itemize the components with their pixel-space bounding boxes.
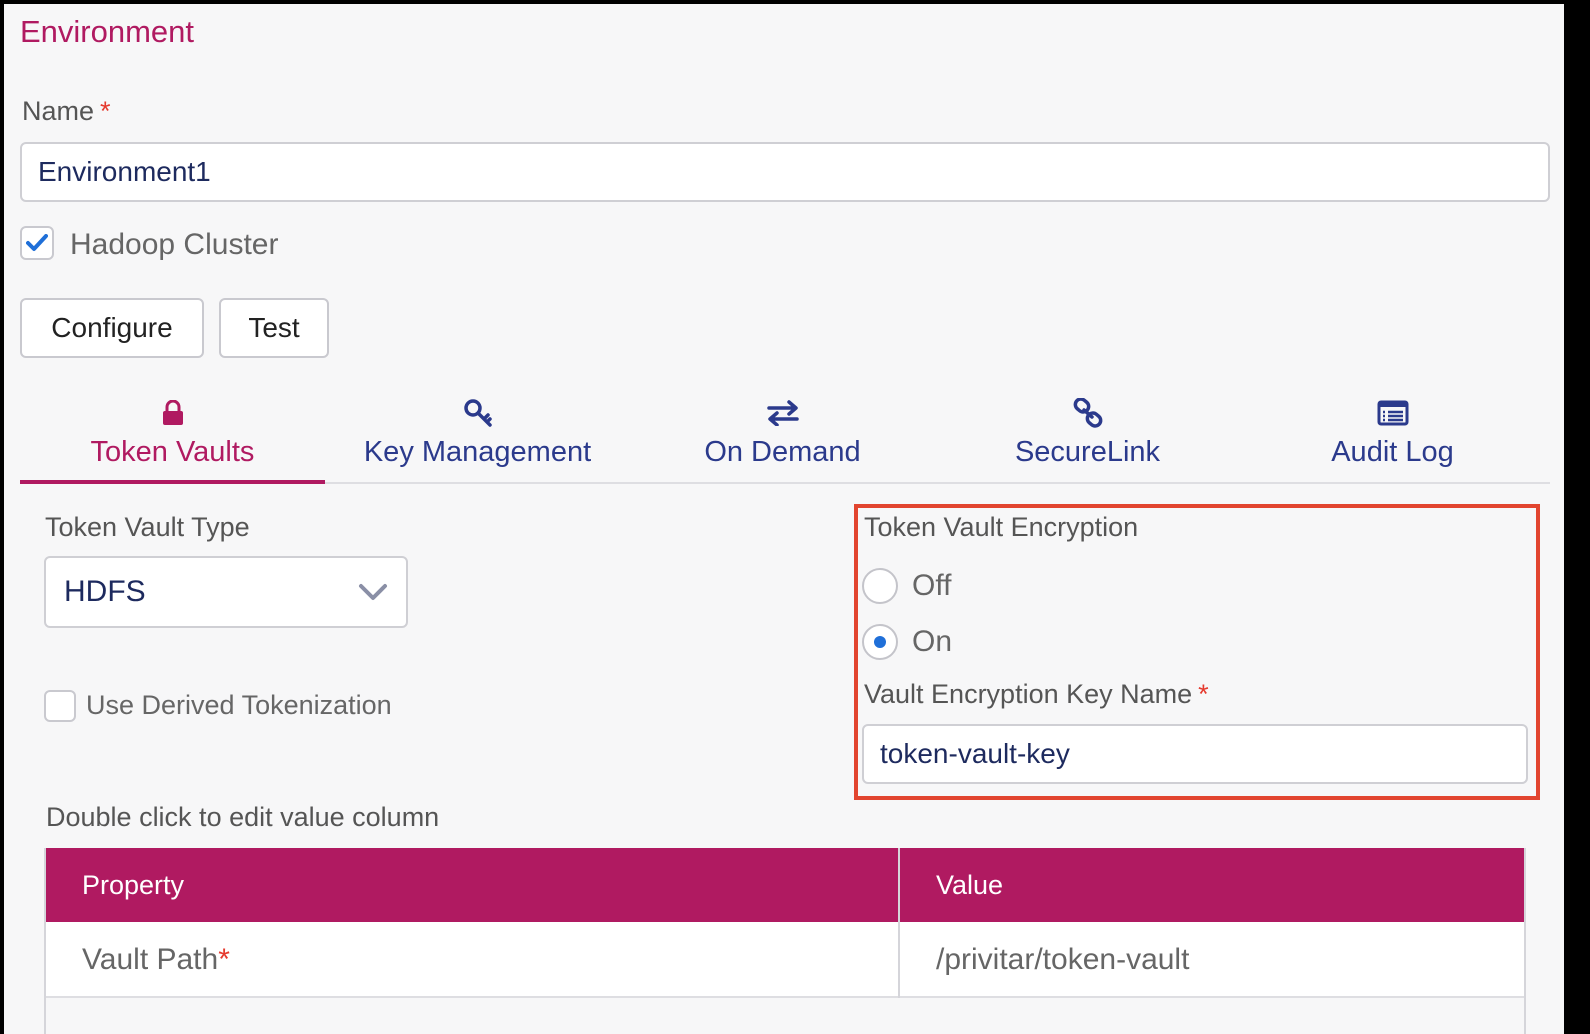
tab-label: Audit Log [1331,436,1454,468]
tab-label: SecureLink [1014,436,1161,468]
token-vault-type-label: Token Vault Type [45,512,250,542]
value-cell[interactable]: /privitar/token-vault [900,922,1524,998]
encryption-off-radio[interactable] [862,568,898,604]
tab-audit-log[interactable]: Audit Log [1240,396,1545,482]
properties-table: Property Value Vault Path * /privitar/tok… [44,848,1526,1034]
table-row[interactable]: Vault Path * /privitar/token-vault [46,922,1524,998]
encryption-off-label: Off [912,569,952,602]
tab-on-demand[interactable]: On Demand [630,396,935,482]
tab-securelink[interactable]: SecureLink [935,396,1240,482]
tab-token-vaults[interactable]: Token Vaults [20,396,325,482]
derived-tokenization-label: Use Derived Tokenization [86,690,392,720]
vault-encryption-key-input[interactable]: token-vault-key [862,724,1528,784]
table-hint: Double click to edit value column [46,802,440,832]
encryption-on-label: On [912,625,953,658]
chevron-down-icon [359,584,387,600]
page-title: Environment [20,14,195,49]
selected-value: HDFS [64,575,146,608]
name-input[interactable]: Environment1 [20,142,1550,202]
required-marker: * [218,943,230,976]
vault-encryption-key-value: token-vault-key [880,738,1070,769]
link-icon [1073,396,1103,430]
active-tab-indicator [20,480,325,484]
column-header-value: Value [936,869,1004,900]
hadoop-cluster-label: Hadoop Cluster [70,228,279,261]
name-label: Name * [22,96,111,127]
list-icon [1377,396,1409,430]
table-header: Property Value [46,848,1524,922]
tab-key-management[interactable]: Key Management [325,396,630,482]
environment-panel: Environment Name * Environment1 Hadoop Cl… [4,4,1564,1034]
token-vault-encryption-label: Token Vault Encryption [864,512,1139,542]
vault-encryption-key-label-text: Vault Encryption Key Name [864,679,1193,709]
property-name: Vault Path [82,943,219,976]
key-icon [463,396,493,430]
checkmark-icon [26,234,48,251]
token-vault-type-select[interactable]: HDFS [44,556,408,628]
required-marker: * [100,96,111,126]
tab-label: On Demand [704,436,861,468]
arrows-exchange-icon [766,396,799,430]
derived-tokenization-checkbox[interactable] [44,690,76,722]
vault-encryption-key-label: Vault Encryption Key Name * [864,679,1209,710]
configure-button[interactable]: Configure [20,298,204,358]
name-input-value: Environment1 [38,156,211,187]
required-marker: * [1198,679,1209,709]
radio-selected-dot [874,636,886,648]
encryption-on-radio[interactable] [862,624,898,660]
hadoop-cluster-checkbox[interactable] [20,226,54,260]
lock-icon [162,396,184,430]
tab-label: Key Management [363,436,592,468]
name-label-text: Name [22,96,95,126]
test-button[interactable]: Test [219,298,329,358]
column-header-property: Property [46,848,900,922]
tab-label: Token Vaults [90,436,255,468]
property-cell: Vault Path * [46,922,900,998]
